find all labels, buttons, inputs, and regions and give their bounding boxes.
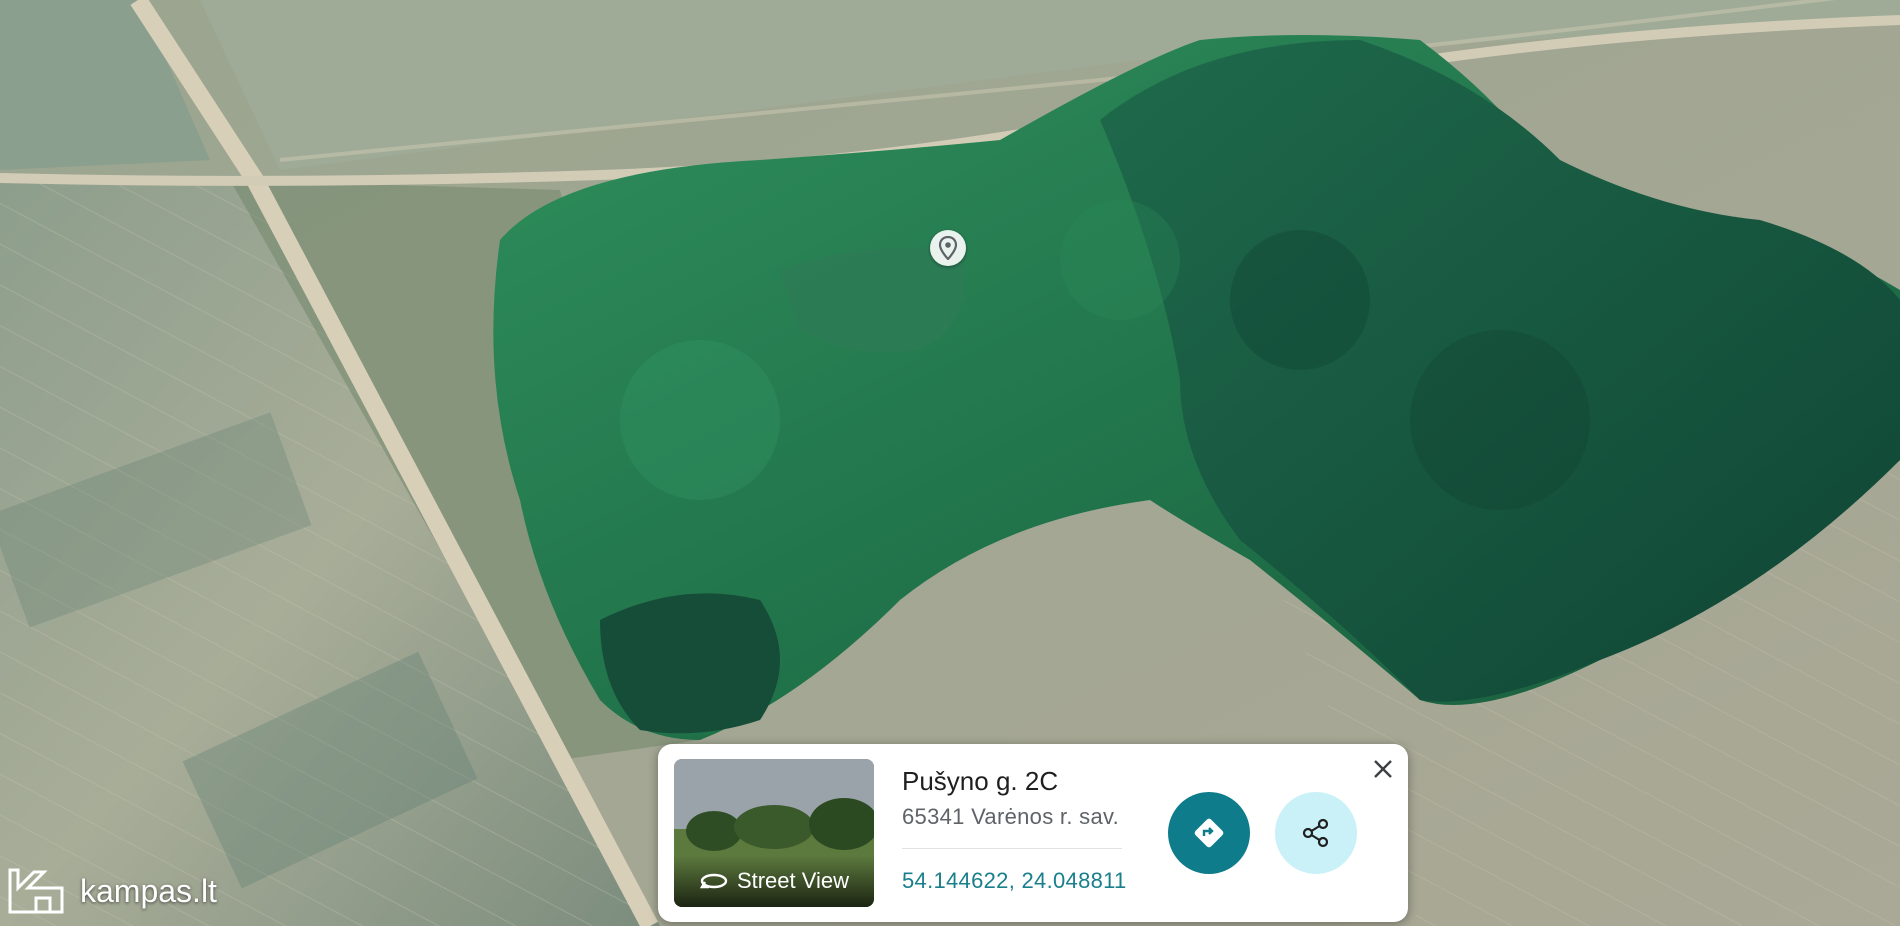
close-icon [1374,760,1392,778]
house-k-logo-icon [8,868,64,914]
divider [902,848,1122,849]
directions-icon [1194,818,1224,848]
location-pin-icon [938,236,958,260]
street-view-label: Street View [736,868,850,893]
street-view-button[interactable]: Street View [674,855,874,907]
watermark-text: kampas.lt [80,872,217,909]
place-coordinates[interactable]: 54.144622, 24.048811 [902,868,1127,894]
place-info-card: Street View Pušyno g. 2C 65341 Varėnos r… [658,744,1408,922]
share-button[interactable] [1275,792,1357,874]
street-view-thumbnail[interactable]: Street View [674,759,874,907]
share-icon [1302,818,1329,848]
place-address: 65341 Varėnos r. sav. [902,804,1120,829]
location-pin[interactable] [930,230,966,266]
rotate-360-icon [699,873,728,889]
watermark: kampas.lt [6,866,217,916]
close-button[interactable] [1370,756,1396,782]
place-title: Pušyno g. 2C [902,766,1059,796]
directions-button[interactable] [1168,792,1250,874]
